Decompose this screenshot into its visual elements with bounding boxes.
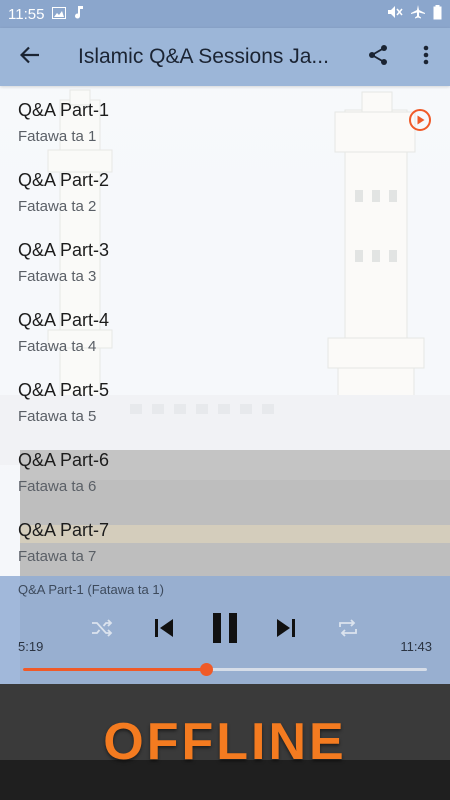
image-icon — [52, 6, 67, 23]
track-title: Q&A Part-3 — [18, 240, 110, 260]
skip-previous-icon — [153, 617, 175, 644]
track-subtitle: Fatawa ta 4 — [18, 338, 97, 355]
track-subtitle: Fatawa ta 7 — [18, 548, 97, 565]
seek-bar[interactable] — [23, 663, 427, 676]
more-options-button[interactable] — [402, 28, 450, 86]
track-title: Q&A Part-5 — [18, 380, 110, 400]
elapsed-time: 5:19 — [18, 639, 44, 654]
seek-bar-thumb[interactable] — [200, 663, 214, 676]
app-bar: Islamic Q&A Sessions Ja... — [0, 28, 450, 86]
share-icon — [367, 44, 389, 71]
track-subtitle: Fatawa ta 3 — [18, 268, 97, 285]
track-item[interactable]: Q&A Part-7 Fatawa ta 7 — [0, 506, 450, 576]
more-vert-icon — [423, 45, 429, 70]
previous-button[interactable] — [148, 614, 180, 646]
track-item[interactable]: Q&A Part-2 Fatawa ta 2 — [0, 156, 450, 226]
back-arrow-icon — [19, 46, 40, 69]
repeat-button[interactable] — [334, 616, 362, 644]
track-subtitle: Fatawa ta 2 — [18, 198, 97, 215]
share-button[interactable] — [354, 28, 402, 86]
skip-next-icon — [275, 617, 297, 644]
status-time: 11:55 — [8, 5, 45, 23]
total-duration: 11:43 — [400, 639, 432, 654]
status-bar: 11:55 — [0, 0, 450, 28]
track-subtitle: Fatawa ta 6 — [18, 478, 97, 495]
battery-icon — [433, 4, 442, 24]
track-title: Q&A Part-7 — [18, 520, 110, 540]
next-button[interactable] — [270, 614, 302, 646]
track-item[interactable]: Q&A Part-1 Fatawa ta 1 — [0, 86, 450, 156]
track-item[interactable]: Q&A Part-4 Fatawa ta 4 — [0, 296, 450, 366]
now-playing-label: Q&A Part-1 (Fatawa ta 1) — [18, 582, 164, 597]
back-button[interactable] — [0, 28, 60, 86]
shuffle-icon — [91, 618, 113, 642]
seek-bar-progress — [23, 668, 207, 671]
pause-button[interactable] — [206, 610, 244, 650]
track-title: Q&A Part-2 — [18, 170, 110, 190]
track-list: Q&A Part-1 Fatawa ta 1 Q&A Part-2 Fatawa… — [0, 86, 450, 576]
track-subtitle: Fatawa ta 5 — [18, 408, 97, 425]
track-title: Q&A Part-6 — [18, 450, 110, 470]
mute-icon — [387, 5, 403, 23]
offline-banner: OFFLINE — [0, 684, 450, 800]
track-item[interactable]: Q&A Part-6 Fatawa ta 6 — [0, 436, 450, 506]
airplane-mode-icon — [411, 5, 425, 23]
track-subtitle: Fatawa ta 1 — [18, 128, 97, 145]
shuffle-button[interactable] — [88, 616, 116, 644]
player-panel: Q&A Part-1 (Fatawa ta 1) 5:19 11:43 — [0, 576, 450, 684]
track-title: Q&A Part-1 — [18, 100, 110, 120]
track-title: Q&A Part-4 — [18, 310, 110, 330]
repeat-icon — [337, 618, 359, 643]
pause-icon — [211, 612, 239, 649]
banner-text: OFFLINE — [103, 713, 347, 771]
play-circle-icon[interactable] — [408, 108, 432, 137]
track-item[interactable]: Q&A Part-3 Fatawa ta 3 — [0, 226, 450, 296]
app-title: Islamic Q&A Sessions Ja... — [78, 45, 329, 68]
music-note-icon — [74, 5, 84, 23]
track-item[interactable]: Q&A Part-5 Fatawa ta 5 — [0, 366, 450, 436]
